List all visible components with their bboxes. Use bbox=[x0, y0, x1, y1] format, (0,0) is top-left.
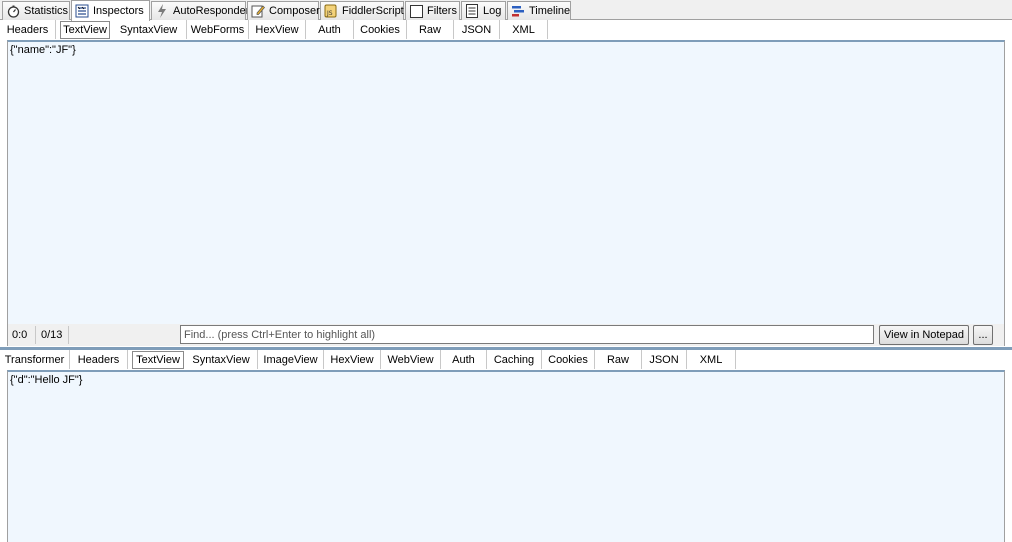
response-body-text: {"d":"Hello JF"} bbox=[10, 374, 83, 386]
request-tab-cookies[interactable]: Cookies bbox=[354, 20, 407, 39]
tab-label: Raw bbox=[606, 353, 629, 366]
response-tab-strip: Transformer Headers TextView SyntaxView … bbox=[0, 350, 1012, 369]
tab-label: Auth bbox=[452, 353, 475, 366]
tab-label: SyntaxView bbox=[119, 23, 178, 36]
tab-label: FiddlerScript bbox=[342, 5, 404, 17]
tab-label: SyntaxView bbox=[192, 353, 250, 366]
response-tab-hexview[interactable]: HexView bbox=[324, 350, 381, 369]
tab-label: Raw bbox=[418, 23, 441, 36]
response-body-textarea[interactable]: {"d":"Hello JF"} bbox=[7, 370, 1005, 542]
tab-label: XML bbox=[699, 353, 723, 366]
response-tab-raw[interactable]: Raw bbox=[595, 350, 642, 369]
response-tab-cookies[interactable]: Cookies bbox=[542, 350, 595, 369]
tab-label: WebForms bbox=[190, 23, 245, 36]
request-status-bar: 0:0 0/13 View in Notepad ... bbox=[7, 324, 1005, 346]
tab-label: WebView bbox=[387, 353, 434, 366]
tab-label: Log bbox=[483, 5, 502, 17]
response-tab-imageview[interactable]: ImageView bbox=[258, 350, 324, 369]
response-tab-auth[interactable]: Auth bbox=[441, 350, 487, 369]
request-tab-auth[interactable]: Auth bbox=[306, 20, 354, 39]
response-tab-textview[interactable]: TextView bbox=[132, 351, 184, 369]
tab-label: Timeline bbox=[529, 5, 571, 17]
tab-label: ImageView bbox=[263, 353, 318, 366]
response-tab-syntaxview[interactable]: SyntaxView bbox=[185, 350, 258, 369]
request-tab-syntaxview[interactable]: SyntaxView bbox=[111, 20, 187, 39]
tab-label: Headers bbox=[77, 353, 120, 366]
request-tab-json[interactable]: JSON bbox=[454, 20, 500, 39]
response-tab-json[interactable]: JSON bbox=[642, 350, 687, 369]
response-tab-transformer[interactable]: Transformer bbox=[0, 350, 70, 369]
pencil-icon bbox=[251, 4, 265, 18]
tab-log[interactable]: Log bbox=[461, 1, 506, 20]
tab-label: XML bbox=[512, 23, 535, 36]
response-tab-caching[interactable]: Caching bbox=[487, 350, 542, 369]
view-in-notepad-button[interactable]: View in Notepad bbox=[879, 325, 969, 345]
response-tab-webview[interactable]: WebView bbox=[381, 350, 441, 369]
tab-timeline[interactable]: Timeline bbox=[507, 1, 571, 20]
tab-label: Headers bbox=[6, 23, 49, 36]
checkbox-icon bbox=[409, 4, 423, 18]
tab-inspectors[interactable]: Inspectors bbox=[71, 0, 150, 21]
tab-label: Cookies bbox=[360, 23, 400, 36]
inspector-icon bbox=[75, 4, 89, 18]
request-tab-textview[interactable]: TextView bbox=[60, 21, 110, 39]
stopwatch-icon bbox=[6, 4, 20, 18]
tab-label: TextView bbox=[63, 24, 107, 36]
request-body-textarea[interactable]: {"name":"JF"} bbox=[7, 40, 1005, 324]
tab-fiddlerscript[interactable]: JS FiddlerScript bbox=[320, 1, 404, 20]
tab-autoresponder[interactable]: AutoResponder bbox=[151, 1, 250, 20]
response-tab-headers[interactable]: Headers bbox=[70, 350, 128, 369]
timeline-icon bbox=[511, 4, 525, 18]
main-tab-strip: Statistics Inspectors AutoResponder Comp… bbox=[0, 0, 1012, 21]
tab-label: Caching bbox=[493, 353, 535, 366]
tab-label: Auth bbox=[318, 23, 341, 36]
tab-label: AutoResponder bbox=[173, 5, 250, 17]
tab-label: Cookies bbox=[548, 353, 588, 366]
tab-filters[interactable]: Filters bbox=[405, 1, 460, 20]
lightning-icon bbox=[155, 4, 169, 18]
script-icon: JS bbox=[324, 4, 338, 18]
find-input[interactable] bbox=[180, 325, 874, 344]
request-tab-webforms[interactable]: WebForms bbox=[187, 20, 249, 39]
tab-label: Transformer bbox=[4, 353, 65, 366]
tab-composer[interactable]: Composer bbox=[247, 1, 320, 20]
request-tab-hexview[interactable]: HexView bbox=[249, 20, 306, 39]
log-icon bbox=[465, 4, 479, 18]
tab-statistics[interactable]: Statistics bbox=[2, 1, 70, 20]
response-tab-xml[interactable]: XML bbox=[687, 350, 736, 369]
svg-text:JS: JS bbox=[326, 10, 333, 17]
tab-label: TextView bbox=[136, 354, 180, 366]
request-tab-strip: Headers TextView SyntaxView WebForms Hex… bbox=[0, 20, 1012, 39]
tab-label: JSON bbox=[649, 353, 679, 366]
tab-label: Composer bbox=[269, 5, 320, 17]
tab-label: HexView bbox=[330, 353, 374, 366]
tab-label: JSON bbox=[461, 23, 492, 36]
request-body-text: {"name":"JF"} bbox=[10, 44, 76, 56]
cursor-position: 0:0 bbox=[8, 326, 36, 344]
tab-label: Statistics bbox=[24, 5, 69, 17]
request-tab-raw[interactable]: Raw bbox=[407, 20, 454, 39]
tab-label: HexView bbox=[255, 23, 299, 36]
character-count: 0/13 bbox=[37, 326, 69, 344]
request-tab-headers[interactable]: Headers bbox=[0, 20, 56, 39]
tab-label: Inspectors bbox=[93, 5, 144, 17]
request-tab-xml[interactable]: XML bbox=[500, 20, 548, 39]
tab-label: Filters bbox=[427, 5, 457, 17]
more-options-button[interactable]: ... bbox=[973, 325, 993, 345]
